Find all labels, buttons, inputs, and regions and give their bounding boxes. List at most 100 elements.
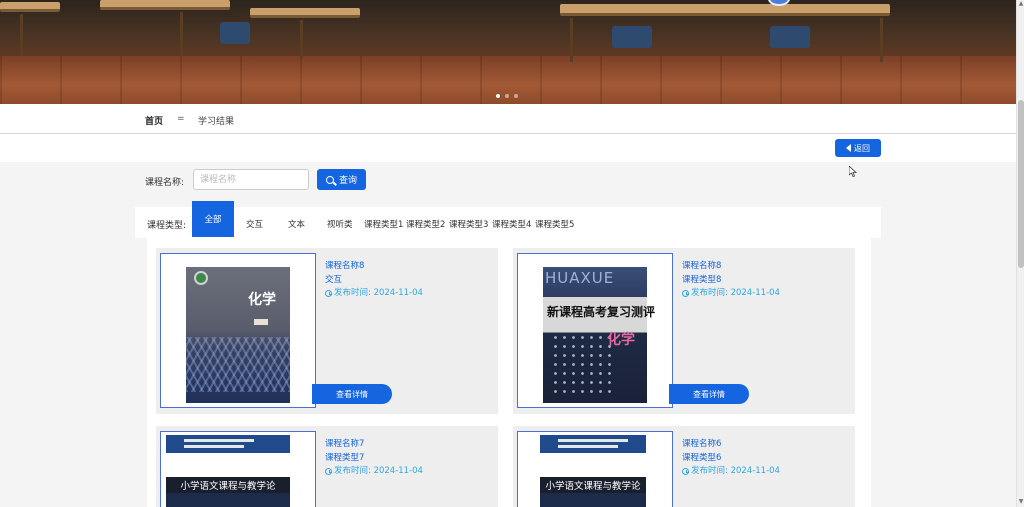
clock-icon [325,468,332,476]
breadcrumb: 首页 = 学习结果 [0,104,1016,134]
course-thumbnail-frame[interactable]: 小学语文课程与教学论 [160,431,316,507]
course-type: 交互 [325,274,343,285]
view-details-button[interactable]: 查看详情 [669,384,749,404]
cover-header [166,435,290,453]
course-cover-image: 小学语文课程与教学论 [540,435,646,507]
banner-table [100,0,230,10]
course-name-search-input[interactable] [193,169,309,190]
course-type-filter: 课程类型: 全部 交互 文本 视听类 课程类型1 课程类型2 课程类型3 课程类… [135,201,881,238]
search-icon [325,175,334,184]
cover-title: 化学 [248,292,276,308]
publish-date: 发布时间: 2024-11-04 [325,465,423,479]
banner-table [560,4,890,16]
molecule-pattern [551,333,611,393]
course-info: 课程名称7 课程类型7 发布时间: 2024-11-04 [325,438,423,479]
cover-title: 新课程高考复习测评 [547,305,656,319]
scroll-down-icon[interactable]: ▼ [1018,499,1024,505]
cover-title: 小学语文课程与教学论 [540,477,646,493]
course-type: 课程类型7 [325,452,365,463]
clock-icon [682,290,689,298]
cover-line [184,445,244,448]
course-type: 课程类型6 [682,452,722,463]
publisher-logo-icon [194,271,208,285]
mouse-cursor-icon [849,166,857,177]
breadcrumb-home[interactable]: 首页 [145,114,163,127]
course-card[interactable]: 小学语文课程与教学论 课程名称7 课程类型7 发布时间: 2024-11-04 [156,426,498,507]
cover-top-text: HUAXUE [545,269,615,287]
publish-date: 发布时间: 2024-11-04 [325,287,423,301]
course-card[interactable]: 小学语文课程与教学论 课程名称6 课程类型6 发布时间: 2024-11-04 [513,426,855,507]
publish-date-text: 发布时间: 2024-11-04 [334,288,423,298]
clock-icon [325,290,332,298]
banner-chair [770,26,810,48]
back-arrow-icon [846,144,851,152]
tab-text[interactable]: 文本 [288,218,305,230]
view-details-button[interactable]: 查看详情 [312,384,392,404]
query-button[interactable]: 查询 [317,169,366,190]
cover-line [558,445,618,448]
course-cover-image: 化学 [186,267,290,403]
query-button-label: 查询 [338,176,357,186]
course-name[interactable]: 课程名称8 [325,260,423,274]
course-thumbnail-frame[interactable]: 化学 [160,253,316,408]
course-info: 课程名称8 课程类型8 发布时间: 2024-11-04 [682,260,780,301]
course-type: 课程类型8 [682,274,722,285]
course-card[interactable]: HUAXUE 新课程高考复习测评 化学 查看详情 课程名称8 课程类型8 发布时… [513,248,855,414]
banner-leg [570,18,573,62]
cover-line [558,439,628,442]
carousel-dot[interactable] [496,94,500,98]
breadcrumb-current: 学习结果 [198,117,235,127]
carousel-dots[interactable] [496,94,518,98]
cover-title: 小学语文课程与教学论 [166,477,290,493]
banner-chair [220,22,250,44]
course-info: 课程名称8 交互 发布时间: 2024-11-04 [325,260,423,301]
course-info: 课程名称6 课程类型6 发布时间: 2024-11-04 [682,438,780,479]
banner-leg [880,18,883,62]
course-card[interactable]: 化学 查看详情 课程名称8 交互 发布时间: 2024-11-04 [156,248,498,414]
scrollbar-thumb[interactable] [1018,100,1024,268]
tab-all[interactable]: 全部 [192,201,234,237]
course-name[interactable]: 课程名称6 [682,438,780,452]
back-row: 返回 [0,134,1016,162]
cover-subtitle: 化学 [607,332,635,348]
publish-date: 发布时间: 2024-11-04 [682,287,780,301]
tab-interactive[interactable]: 交互 [246,218,263,230]
cover-line [184,439,254,442]
course-cover-image: 小学语文课程与教学论 [166,435,290,507]
publish-date-text: 发布时间: 2024-11-04 [691,466,780,476]
banner-leg [300,20,303,58]
banner-chair [612,26,652,48]
tab-course-type-2[interactable]: 课程类型2 [406,218,445,230]
publish-date-text: 发布时间: 2024-11-04 [691,288,780,298]
banner-leg [180,12,183,56]
carousel-dot[interactable] [505,94,509,98]
cover-pattern [186,337,290,392]
publish-date-text: 发布时间: 2024-11-04 [334,466,423,476]
back-button-label: 返回 [854,143,870,153]
cover-label [254,319,268,325]
course-name[interactable]: 课程名称8 [682,260,780,274]
tab-course-type-1[interactable]: 课程类型1 [364,218,403,230]
banner-table [0,2,60,12]
tab-audiovisual[interactable]: 视听类 [327,218,353,230]
banner-carousel[interactable] [0,0,1016,104]
cover-header [540,435,646,453]
course-list: 化学 查看详情 课程名称8 交互 发布时间: 2024-11-04 HUAXUE… [147,238,871,507]
course-cover-image: HUAXUE 新课程高考复习测评 化学 [543,267,655,403]
publish-date: 发布时间: 2024-11-04 [682,465,780,479]
breadcrumb-separator: = [177,114,185,124]
course-thumbnail-frame[interactable]: 小学语文课程与教学论 [517,431,673,507]
course-name[interactable]: 课程名称7 [325,438,423,452]
page-scrollbar[interactable]: ▲ ▼ [1016,0,1024,507]
tab-course-type-3[interactable]: 课程类型3 [449,218,488,230]
clock-icon [682,468,689,476]
tab-course-type-4[interactable]: 课程类型4 [492,218,531,230]
banner-leg [20,14,23,56]
back-button[interactable]: 返回 [835,139,881,157]
search-label: 课程名称: [145,178,185,188]
tab-course-type-5[interactable]: 课程类型5 [535,218,574,230]
course-thumbnail-frame[interactable]: HUAXUE 新课程高考复习测评 化学 [517,253,673,408]
scroll-up-icon[interactable]: ▲ [1018,1,1024,7]
carousel-dot[interactable] [514,94,518,98]
filter-label: 课程类型: [147,221,187,231]
